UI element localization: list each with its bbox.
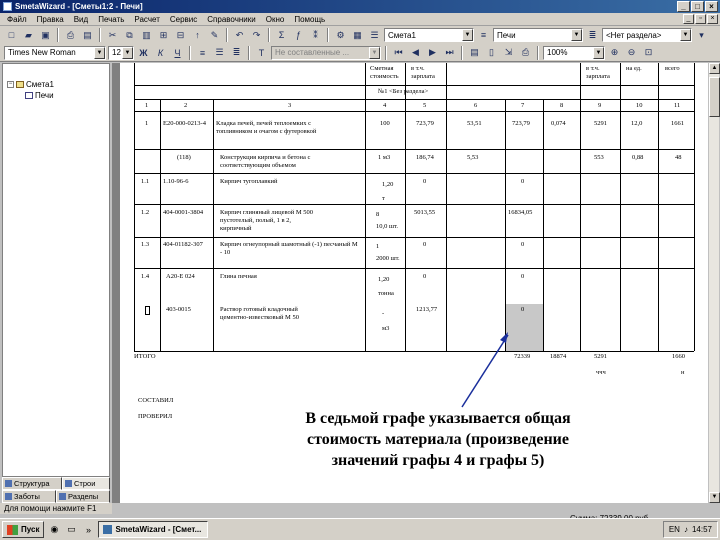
browser-icon[interactable]: ◉ (47, 523, 61, 537)
taskbar: Пуск ◉ ▭ » SmetaWizard - [Смет... EN ♪ 1… (0, 518, 720, 540)
volume-icon[interactable]: ♪ (684, 525, 688, 534)
app-icon (103, 525, 113, 534)
taskbar-app-button[interactable]: SmetaWizard - [Смет... (98, 521, 209, 538)
clock: 14:57 (691, 525, 712, 534)
more-icon[interactable]: » (81, 523, 95, 537)
keyboard-layout-icon[interactable]: EN (669, 525, 680, 534)
callout-text: В седьмой графе указывается общая стоимо… (305, 410, 571, 469)
start-button[interactable]: Пуск (2, 521, 45, 538)
windows-logo-icon (7, 524, 18, 535)
status-text: Для помощи нажмите F1 (0, 503, 112, 514)
desktop-icon[interactable]: ▭ (64, 523, 78, 537)
system-tray: EN ♪ 14:57 (662, 521, 718, 538)
